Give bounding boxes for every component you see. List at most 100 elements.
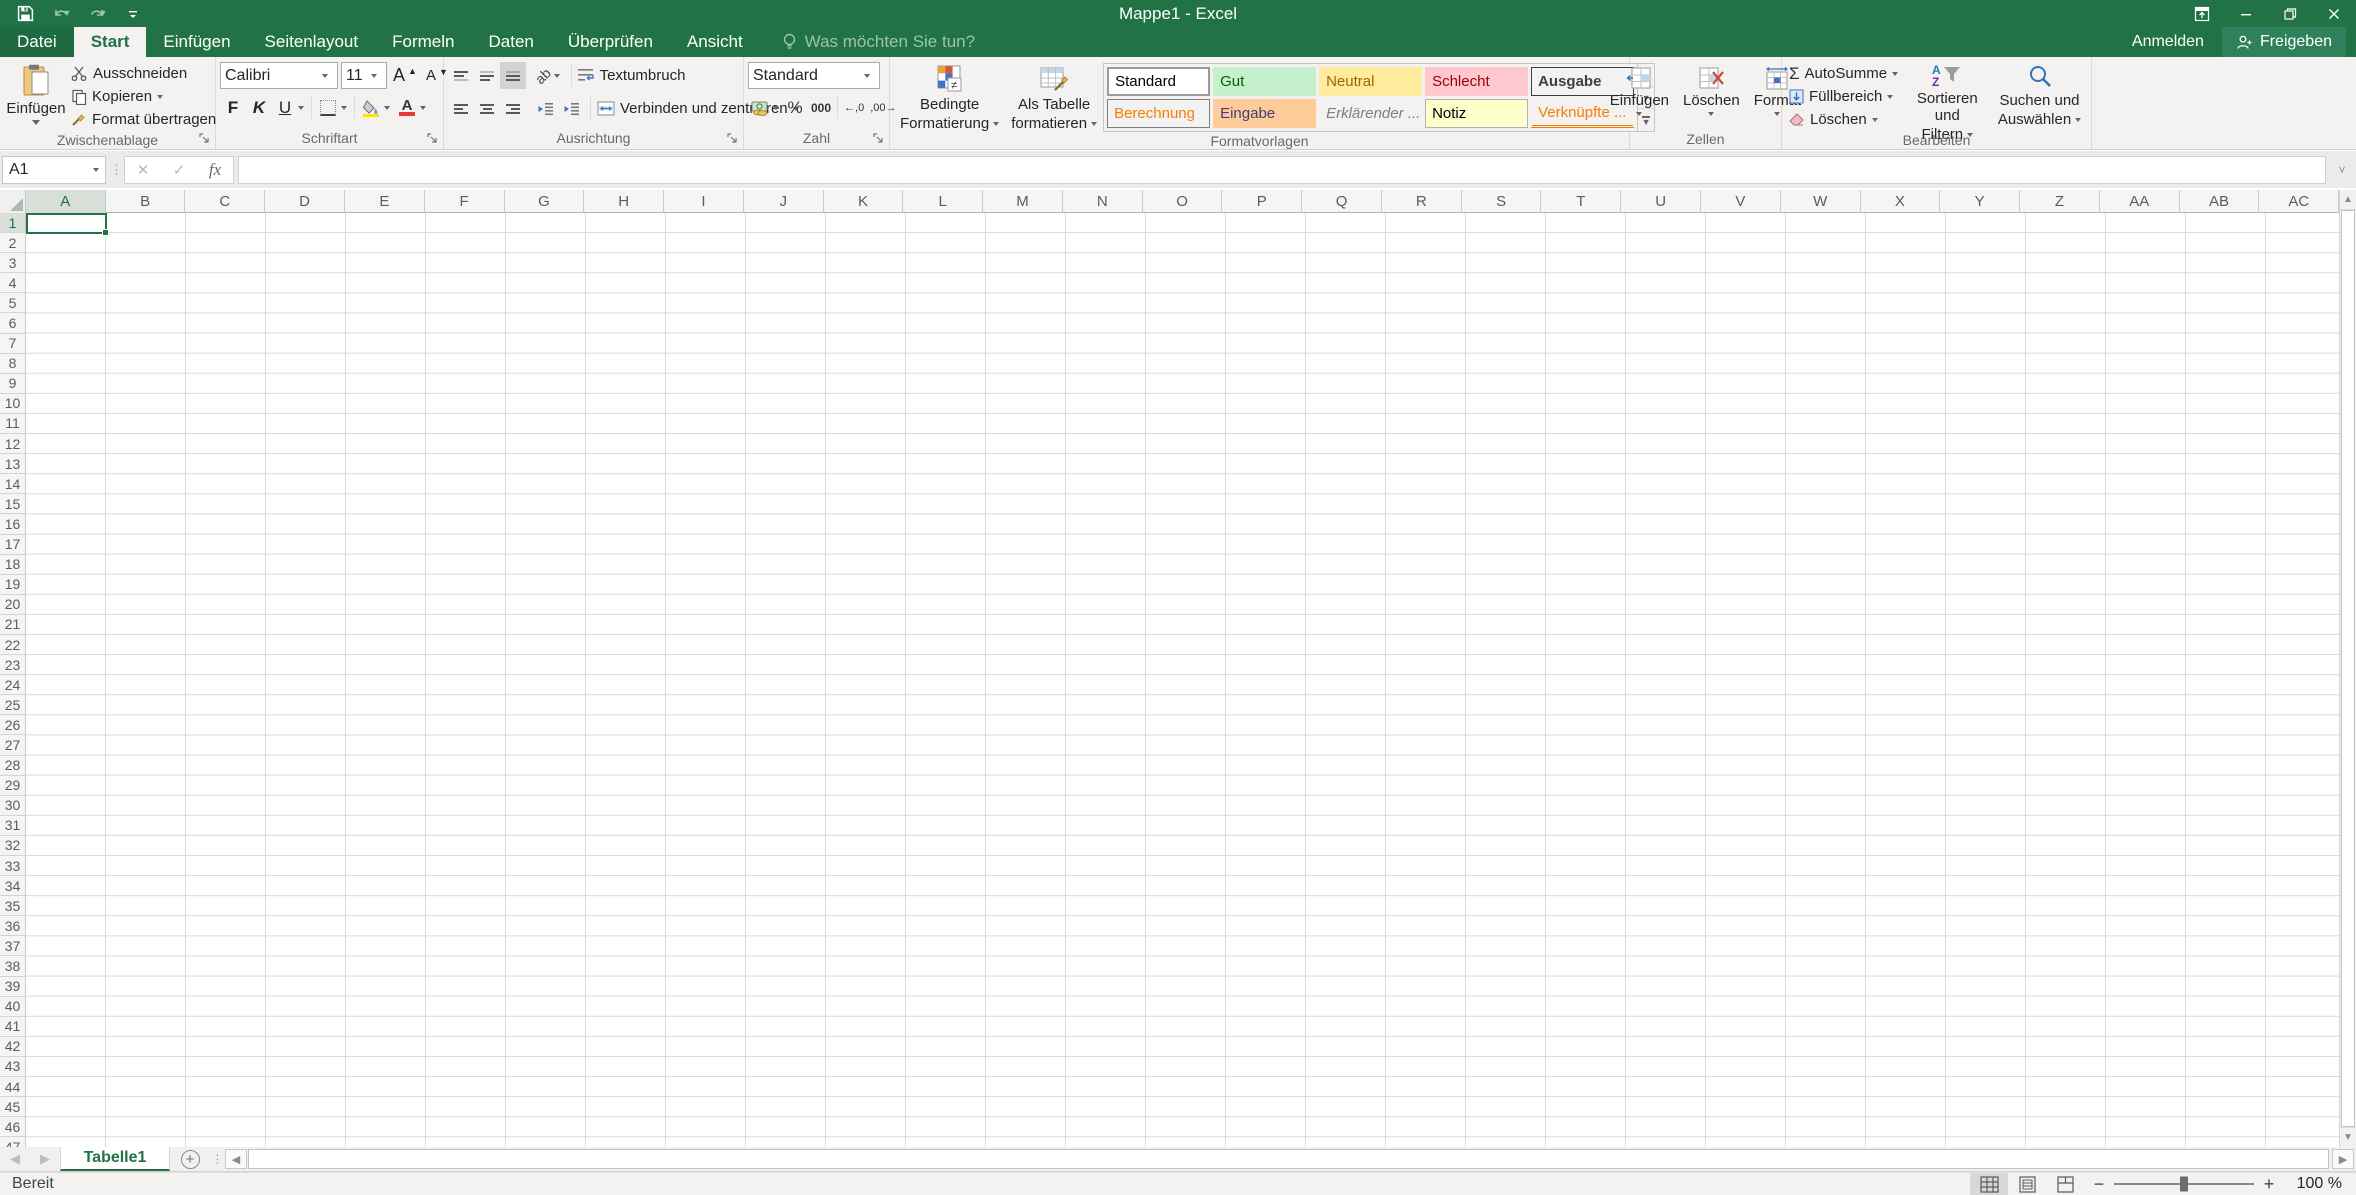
number-format-select[interactable]: Standard	[748, 62, 880, 89]
column-header-h[interactable]: H	[584, 190, 665, 213]
row-header-15[interactable]: 15	[0, 494, 25, 515]
row-header-42[interactable]: 42	[0, 1037, 25, 1057]
fill-handle[interactable]	[102, 229, 109, 236]
row-header-33[interactable]: 33	[0, 856, 25, 877]
row-header-46[interactable]: 46	[0, 1117, 25, 1138]
sheet-prev-icon[interactable]: ◀	[0, 1147, 30, 1171]
style-berechnung[interactable]: Berechnung	[1107, 99, 1211, 128]
select-all-corner[interactable]	[0, 190, 26, 213]
row-header-22[interactable]: 22	[0, 635, 25, 656]
enter-icon[interactable]: ✓	[161, 157, 197, 183]
tab-start[interactable]: Start	[73, 27, 147, 57]
wrap-text-button[interactable]: Textumbruch	[575, 64, 689, 87]
tab-ansicht[interactable]: Ansicht	[670, 27, 760, 57]
style-gut[interactable]: Gut	[1213, 67, 1317, 96]
grow-font-button[interactable]: A ▲	[390, 62, 420, 89]
underline-button[interactable]: U	[272, 94, 298, 121]
autosum-dropdown-icon[interactable]	[1892, 71, 1899, 76]
row-header-14[interactable]: 14	[0, 474, 25, 495]
close-icon[interactable]	[2312, 0, 2356, 27]
clear-dropdown-icon[interactable]	[1871, 117, 1878, 122]
format-painter-button[interactable]: Format übertragen	[68, 108, 219, 131]
dialog-launcher-icon[interactable]	[425, 131, 440, 146]
row-header-29[interactable]: 29	[0, 776, 25, 796]
row-header-24[interactable]: 24	[0, 675, 25, 696]
row-header-2[interactable]: 2	[0, 233, 25, 254]
formula-bar-expand-icon[interactable]: ˅	[2330, 156, 2354, 184]
fill-dropdown-icon[interactable]	[1887, 94, 1894, 99]
row-header-26[interactable]: 26	[0, 715, 25, 736]
zoom-out-button[interactable]: −	[2084, 1174, 2114, 1195]
fill-button[interactable]: Füllbereich	[1786, 85, 1903, 108]
share-button[interactable]: Freigeben	[2221, 27, 2346, 57]
italic-button[interactable]: K	[246, 94, 272, 121]
column-header-e[interactable]: E	[345, 190, 425, 213]
insert-cells-button[interactable]: Einfügen	[1604, 60, 1675, 130]
conditional-formatting-button[interactable]: ≠ Bedingte Formatierung	[894, 60, 1005, 132]
font-color-button[interactable]: A	[394, 94, 420, 121]
zoom-slider[interactable]	[2114, 1173, 2254, 1195]
align-center-button[interactable]	[474, 95, 500, 122]
cancel-icon[interactable]: ✕	[125, 157, 161, 183]
redo-icon[interactable]: ▾	[80, 1, 114, 27]
selected-cell-a1[interactable]	[26, 213, 109, 236]
row-header-6[interactable]: 6	[0, 313, 25, 334]
row-header-11[interactable]: 11	[0, 414, 25, 435]
tab-überprüfen[interactable]: Überprüfen	[551, 27, 670, 57]
style-neutral[interactable]: Neutral	[1319, 67, 1423, 96]
style-schlecht[interactable]: Schlecht	[1425, 67, 1529, 96]
orientation-button[interactable]: ab	[532, 62, 563, 89]
increase-decimal-button[interactable]: ←,0	[841, 94, 867, 121]
row-header-44[interactable]: 44	[0, 1077, 25, 1098]
name-box-dropdown-icon[interactable]	[93, 167, 99, 172]
row-header-34[interactable]: 34	[0, 876, 25, 897]
ribbon-display-options-icon[interactable]	[2180, 0, 2224, 27]
autosum-button[interactable]: Σ AutoSumme	[1786, 62, 1903, 85]
borders-button[interactable]	[315, 94, 341, 121]
paste-dropdown-icon[interactable]	[32, 120, 40, 125]
tab-datei[interactable]: Datei	[0, 27, 74, 57]
column-header-c[interactable]: C	[185, 190, 266, 213]
column-header-i[interactable]: I	[664, 190, 744, 213]
align-top-button[interactable]	[448, 62, 474, 89]
undo-icon[interactable]: ▾	[44, 1, 78, 27]
row-header-45[interactable]: 45	[0, 1097, 25, 1118]
minimize-icon[interactable]	[2224, 0, 2268, 27]
tab-daten[interactable]: Daten	[471, 27, 550, 57]
clear-button[interactable]: Löschen	[1786, 108, 1903, 131]
horizontal-scroll-thumb[interactable]	[248, 1149, 2329, 1169]
qat-customize-icon[interactable]	[116, 1, 150, 27]
row-header-23[interactable]: 23	[0, 655, 25, 676]
column-header-m[interactable]: M	[983, 190, 1063, 213]
sheet-tab-tabelle1[interactable]: Tabelle1	[60, 1147, 170, 1171]
currency-button[interactable]	[748, 94, 782, 121]
page-break-view-button[interactable]	[2046, 1173, 2084, 1195]
restore-icon[interactable]	[2268, 0, 2312, 27]
column-header-z[interactable]: Z	[2020, 190, 2100, 213]
row-header-47[interactable]: 47	[0, 1137, 25, 1147]
zoom-slider-thumb[interactable]	[2180, 1176, 2188, 1192]
tab-einfügen[interactable]: Einfügen	[146, 27, 247, 57]
row-header-18[interactable]: 18	[0, 555, 25, 575]
column-header-r[interactable]: R	[1382, 190, 1462, 213]
row-header-36[interactable]: 36	[0, 916, 25, 937]
cut-button[interactable]: Ausschneiden	[68, 62, 219, 85]
row-header-40[interactable]: 40	[0, 997, 25, 1017]
scroll-down-icon[interactable]: ▼	[2340, 1127, 2356, 1147]
column-header-y[interactable]: Y	[1940, 190, 2021, 213]
dialog-launcher-icon[interactable]	[197, 131, 212, 146]
align-right-button[interactable]	[500, 95, 526, 122]
row-header-10[interactable]: 10	[0, 394, 25, 414]
zoom-in-button[interactable]: +	[2254, 1174, 2284, 1195]
vertical-scroll-thumb[interactable]	[2341, 210, 2355, 1127]
align-left-button[interactable]	[448, 95, 474, 122]
row-header-38[interactable]: 38	[0, 956, 25, 977]
tell-me-box[interactable]: Was möchten Sie tun?	[782, 27, 975, 57]
row-header-31[interactable]: 31	[0, 816, 25, 836]
insert-cells-dropdown-icon[interactable]	[1636, 112, 1643, 116]
copy-button[interactable]: Kopieren	[68, 85, 219, 108]
comma-style-button[interactable]: 000	[808, 94, 834, 121]
sheet-next-icon[interactable]: ▶	[30, 1147, 60, 1171]
fill-color-dropdown-icon[interactable]	[384, 105, 390, 110]
row-header-35[interactable]: 35	[0, 896, 25, 917]
